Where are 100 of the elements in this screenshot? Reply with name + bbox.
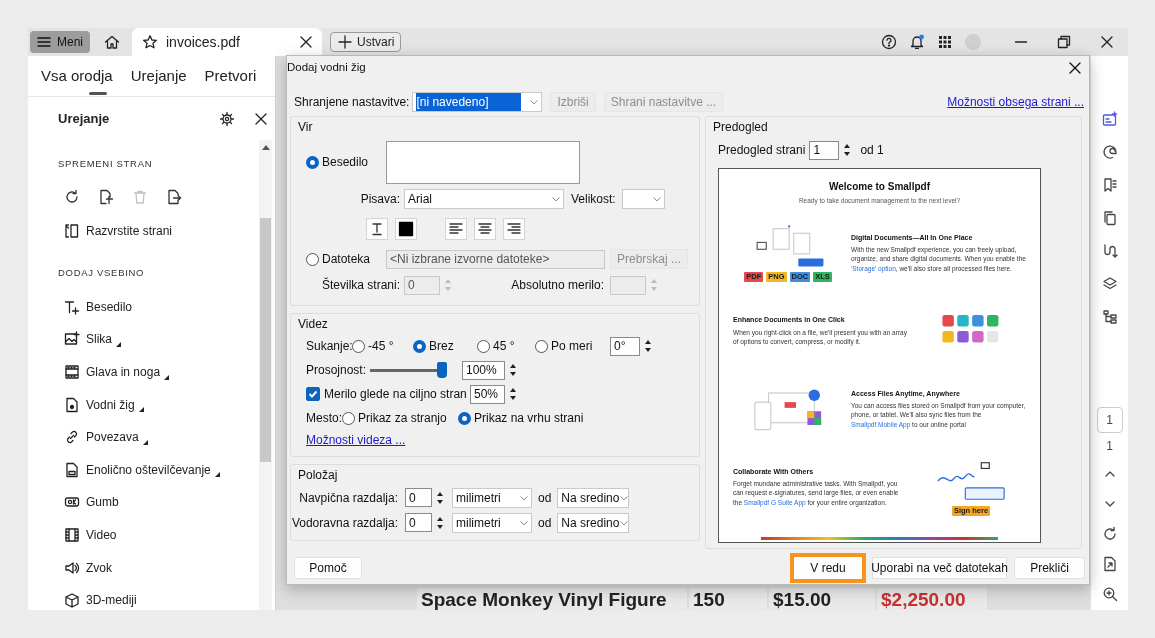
section-heading: SPREMENI STRAN — [57, 157, 154, 171]
zoom-in-icon[interactable] — [1101, 586, 1118, 602]
option-label: Datoteka — [322, 251, 371, 268]
home-icon[interactable] — [104, 34, 120, 50]
table-cell: $15.00 — [769, 588, 875, 610]
input-field[interactable]: 0° — [610, 336, 640, 356]
input-field[interactable]: 50% — [470, 384, 505, 404]
radio-button[interactable] — [413, 339, 426, 353]
tool-item[interactable]: 3D-mediji — [28, 583, 259, 610]
option-label: -45 ° — [368, 338, 394, 355]
caret-icon — [551, 194, 561, 204]
create-button[interactable]: Ustvari — [330, 32, 402, 52]
table-cell: $2,250.00 — [877, 588, 987, 610]
menu-button[interactable]: Meni — [30, 31, 90, 53]
close-icon[interactable] — [298, 34, 314, 50]
format-button[interactable] — [366, 218, 388, 240]
top-tab[interactable]: Pretvori — [204, 56, 257, 97]
field-label: od — [538, 489, 552, 507]
restore-icon[interactable] — [1056, 34, 1072, 50]
close-icon[interactable] — [1067, 60, 1083, 76]
section-heading: DODAJ VSEBINO — [57, 265, 146, 280]
page-range-link[interactable]: Možnosti obsega strani ... — [947, 93, 1084, 111]
document-tab[interactable]: invoices.pdf — [132, 28, 322, 56]
dropdown[interactable]: Na sredino — [557, 487, 630, 508]
format-button[interactable] — [395, 218, 417, 240]
tool-item[interactable]: Razvrstite strani — [28, 215, 259, 248]
tool-item[interactable]: Video — [28, 518, 259, 552]
page-stamp-icon — [64, 396, 80, 413]
dropdown[interactable]: Arial — [404, 189, 564, 209]
dialog-button[interactable]: Pomoč — [294, 557, 362, 579]
align-center-icon — [477, 221, 493, 237]
plus-icon — [337, 34, 353, 50]
group-title: Predogled — [712, 119, 769, 136]
tool-item[interactable]: Besedilo — [28, 290, 259, 324]
check-icon — [308, 389, 318, 399]
apps-grid-icon[interactable] — [937, 34, 953, 50]
tool-item[interactable]: Glava in noga — [28, 355, 259, 389]
caret-icon — [529, 97, 540, 107]
page-arrow-icon[interactable] — [166, 189, 182, 205]
rotate-icon[interactable] — [1101, 526, 1118, 542]
slider-thumb[interactable] — [437, 362, 447, 378]
pages-icon[interactable] — [1101, 209, 1118, 226]
layers-icon[interactable] — [1101, 275, 1118, 292]
option-label: Prikaz za stranjo — [358, 410, 447, 427]
input-field[interactable]: 0 — [405, 488, 432, 507]
field-label: Številka strani: — [320, 276, 400, 294]
rotate-icon[interactable] — [64, 189, 80, 205]
page-export-icon[interactable] — [1101, 556, 1118, 572]
input-field[interactable]: 1 — [809, 140, 840, 160]
top-tab[interactable]: Urejanje — [130, 56, 187, 97]
radio-button[interactable] — [535, 339, 548, 353]
page-number-field[interactable]: 1 — [1096, 407, 1123, 433]
submenu-indicator-icon — [142, 439, 148, 445]
comment-icon[interactable] — [1101, 143, 1118, 160]
radio-button[interactable] — [306, 155, 319, 169]
radio-button[interactable] — [306, 252, 319, 266]
tool-item[interactable]: Vodni žig — [28, 388, 259, 421]
dropdown[interactable]: milimetri — [452, 487, 532, 508]
edit-panel-icon[interactable] — [1101, 110, 1118, 127]
option-label: 45 ° — [493, 338, 515, 355]
close-icon[interactable] — [1099, 34, 1115, 50]
radio-button[interactable] — [342, 411, 355, 425]
dialog-button[interactable]: Uporabi na več datotekah — [872, 557, 1007, 579]
help-icon[interactable] — [881, 34, 897, 50]
input-field[interactable]: 0 — [405, 513, 432, 532]
field-label: Predogled strani — [718, 142, 806, 159]
radio-button[interactable] — [352, 339, 365, 353]
tool-item[interactable]: Povezava — [28, 420, 259, 454]
bookmark-icon[interactable] — [1101, 176, 1118, 193]
text-area[interactable] — [386, 140, 580, 184]
table-cell: Space Monkey Vinyl Figure — [417, 588, 687, 610]
option-label: Brez — [429, 338, 454, 355]
option-label: Besedilo — [322, 154, 369, 171]
settings-icon[interactable] — [219, 110, 235, 127]
radio-button[interactable] — [458, 411, 471, 425]
tool-item[interactable]: Gumb — [28, 486, 259, 519]
field-label: Navpična razdalja: — [298, 489, 398, 507]
checkbox-label: Merilo glede na ciljno stran — [324, 386, 467, 403]
dropdown[interactable]: Na sredino — [557, 512, 630, 533]
radio-button[interactable] — [477, 339, 490, 353]
tree-icon[interactable] — [1101, 308, 1118, 325]
dropdown[interactable]: [ni navedeno] — [412, 92, 543, 112]
field-label: Shranjene nastavitve: — [294, 94, 410, 111]
input-field[interactable]: 100% — [462, 360, 505, 380]
bell-icon[interactable] — [909, 34, 925, 50]
tool-item[interactable]: Zvok — [28, 551, 259, 584]
checkbox[interactable] — [306, 387, 320, 401]
dialog-button[interactable]: Prekliči — [1014, 557, 1085, 579]
field-label: Mesto: — [306, 410, 342, 427]
image-add-icon — [64, 331, 80, 348]
page-numbering-icon — [64, 461, 80, 478]
scrollbar[interactable] — [259, 140, 272, 610]
dropdown[interactable]: milimetri — [452, 512, 532, 533]
page-crop-icon[interactable] — [98, 189, 114, 205]
connector-icon[interactable] — [1101, 242, 1118, 259]
appearance-options-link[interactable]: Možnosti videza ... — [306, 431, 406, 449]
submenu-indicator-icon — [138, 407, 144, 413]
tool-item[interactable]: Slika — [28, 323, 259, 356]
tool-item[interactable]: Enolično oštevilčevanje — [28, 453, 259, 487]
top-tab[interactable]: Vsa orodja — [41, 56, 113, 97]
